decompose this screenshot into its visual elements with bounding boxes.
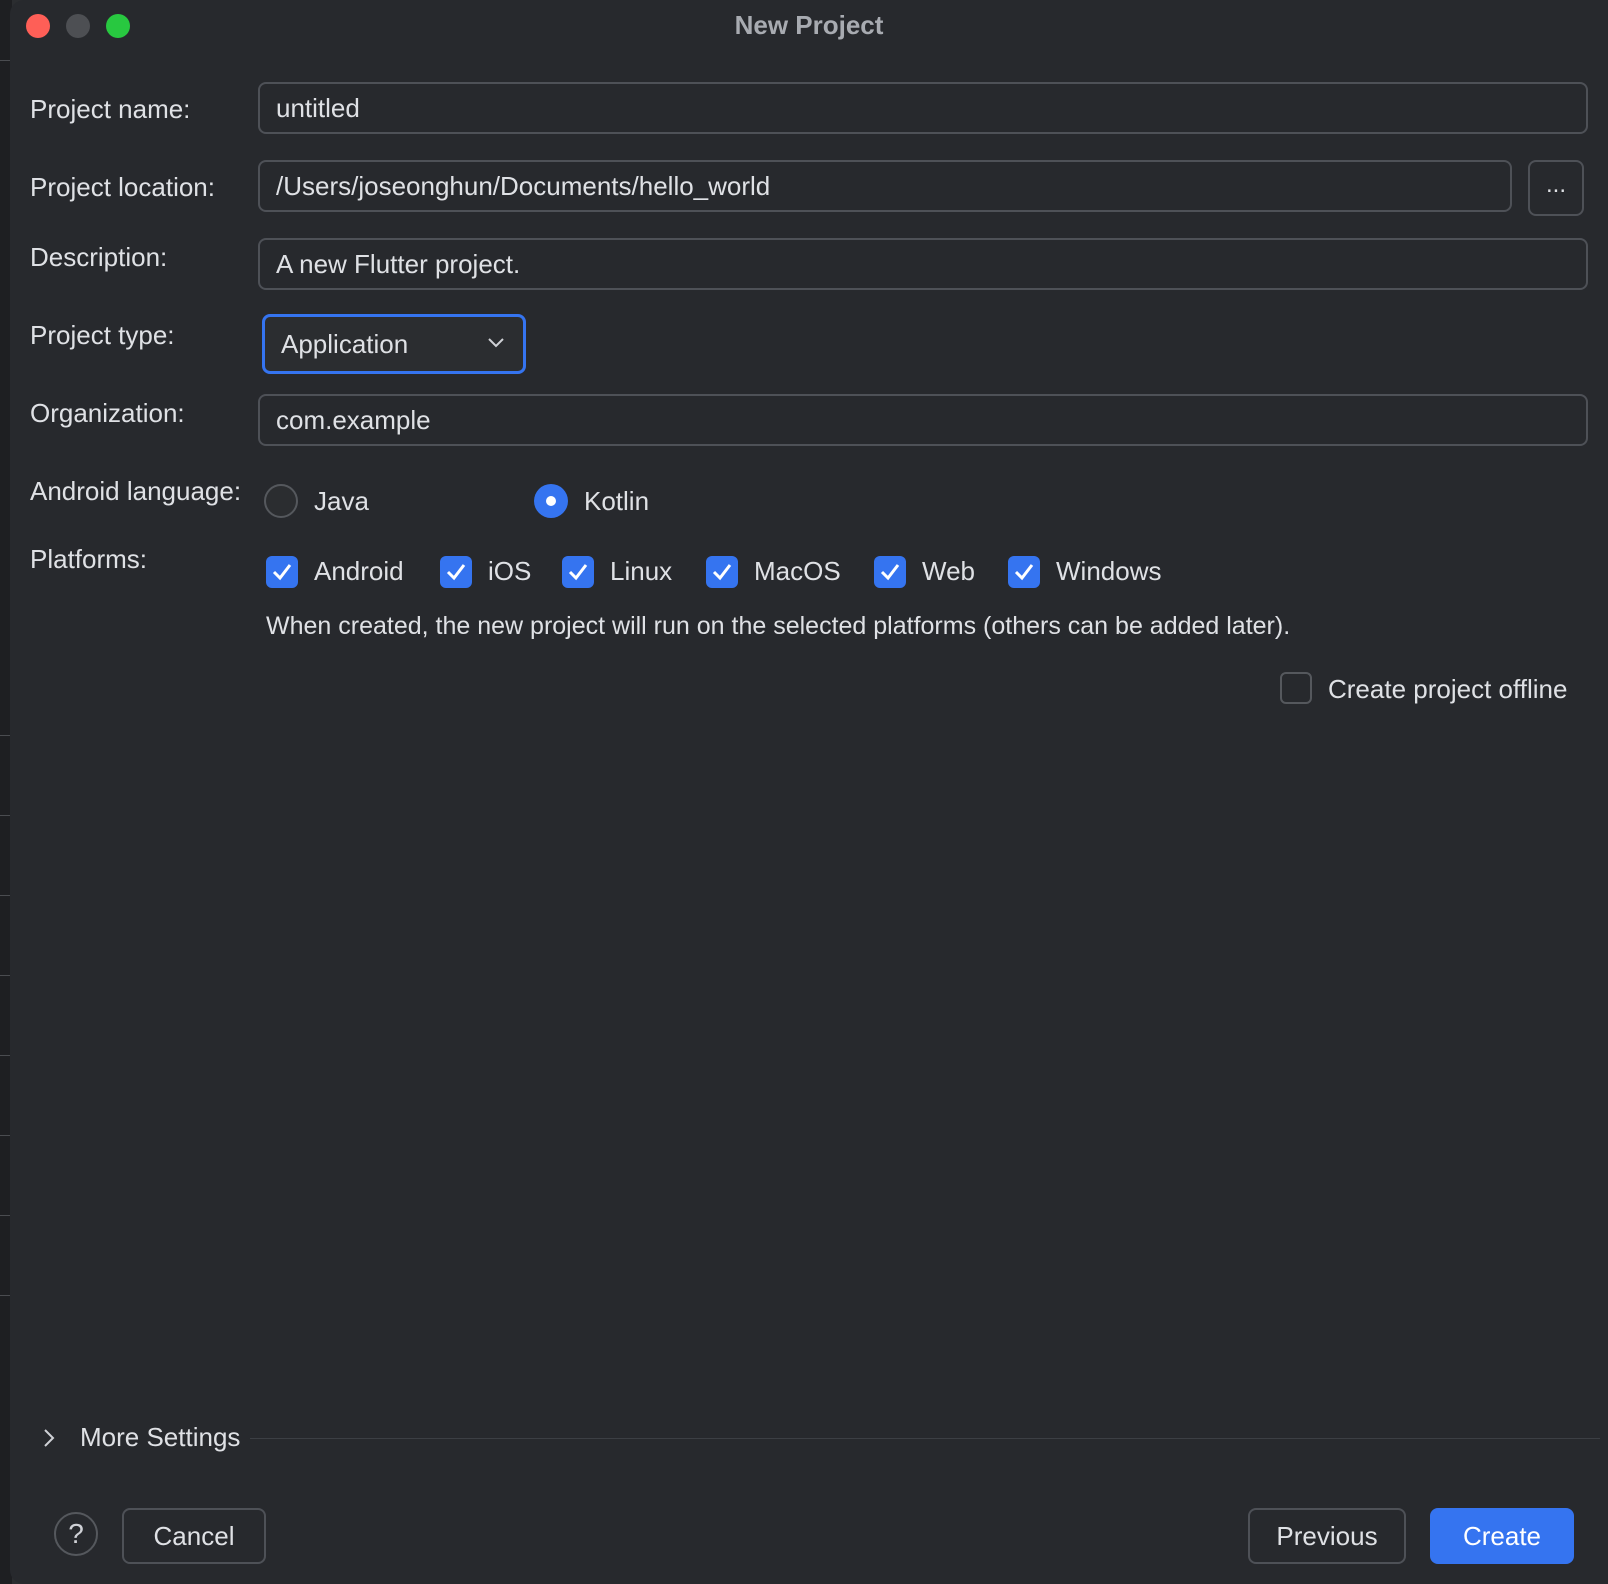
kotlin-radio[interactable] [534,484,568,518]
browse-location-button[interactable]: ... [1528,160,1584,216]
project-location-label: Project location: [30,172,215,202]
project-type-value: Application [281,329,409,359]
windows-checkbox[interactable] [1008,556,1040,588]
web-checkbox-label[interactable]: Web [922,556,975,587]
bg-divider [0,1215,10,1216]
more-settings-label: More Settings [80,1422,241,1452]
bg-divider [0,1295,10,1296]
bg-divider [0,1135,10,1136]
help-button[interactable]: ? [54,1512,98,1556]
android-language-label: Android language: [30,476,242,506]
checkmark-icon [446,564,466,581]
organization-field[interactable]: com.example [258,394,1588,446]
bg-divider [0,895,10,896]
android-checkbox[interactable] [266,556,298,588]
cancel-button[interactable]: Cancel [122,1508,266,1564]
project-type-label: Project type: [30,320,175,350]
checkmark-icon [1014,564,1034,581]
chevron-right-icon [44,1429,55,1447]
windows-checkbox-label[interactable]: Windows [1056,556,1161,587]
project-name-field[interactable]: untitled [258,82,1588,134]
previous-button[interactable]: Previous [1248,1508,1406,1564]
macos-checkbox-label[interactable]: MacOS [754,556,841,587]
description-field[interactable]: A new Flutter project. [258,238,1588,290]
chevron-down-icon [488,338,504,348]
platforms-hint: When created, the new project will run o… [266,612,1291,640]
create-offline-checkbox[interactable] [1280,672,1312,704]
web-checkbox[interactable] [874,556,906,588]
ios-checkbox[interactable] [440,556,472,588]
checkmark-icon [880,564,900,581]
java-radio-label[interactable]: Java [314,486,369,517]
ios-checkbox-label[interactable]: iOS [488,556,531,587]
more-settings-divider [250,1438,1600,1439]
create-button[interactable]: Create [1430,1508,1574,1564]
linux-checkbox[interactable] [562,556,594,588]
java-radio[interactable] [264,484,298,518]
dialog-title: New Project [734,10,884,40]
bg-divider [0,815,10,816]
bg-divider [0,60,10,61]
bg-divider [0,975,10,976]
project-type-dropdown[interactable]: Application [262,314,526,374]
checkmark-icon [712,564,732,581]
checkmark-icon [568,564,588,581]
checkmark-icon [272,564,292,581]
description-label: Description: [30,242,168,272]
organization-label: Organization: [30,398,185,428]
bg-divider [0,1055,10,1056]
macos-checkbox[interactable] [706,556,738,588]
title-bar: New Project [10,0,1608,52]
kotlin-radio-label[interactable]: Kotlin [584,486,649,517]
bg-divider [0,735,10,736]
new-project-dialog: New Project Project name: untitled Proje… [10,0,1608,1584]
android-checkbox-label[interactable]: Android [314,556,404,587]
project-location-field[interactable]: /Users/joseonghun/Documents/hello_world [258,160,1512,212]
create-offline-label[interactable]: Create project offline [1328,674,1567,705]
project-name-label: Project name: [30,94,191,124]
platforms-label: Platforms: [30,544,148,574]
linux-checkbox-label[interactable]: Linux [610,556,672,587]
